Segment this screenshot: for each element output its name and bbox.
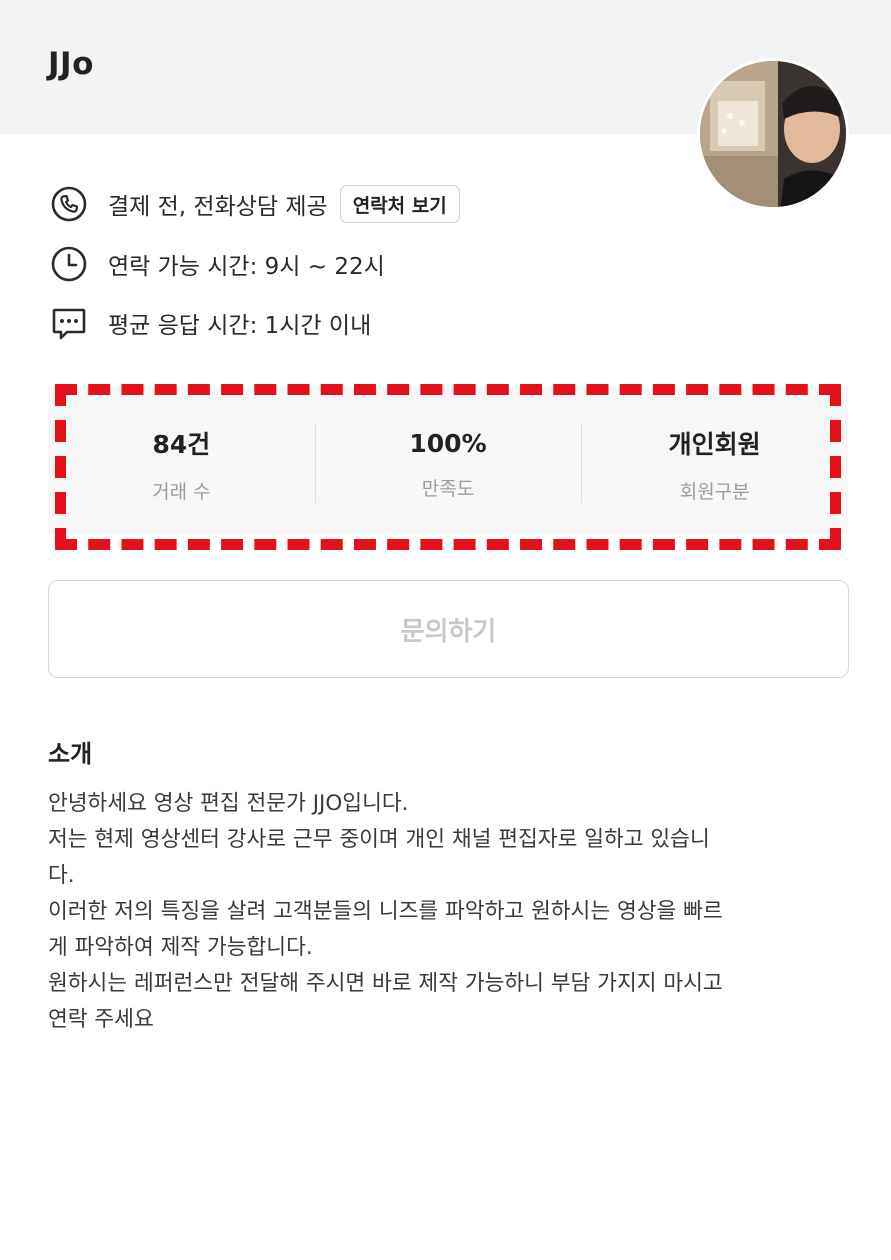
consult-text: 결제 전, 전화상담 제공 [108,194,328,220]
seller-name: JJo [48,46,94,82]
inquiry-button[interactable]: 문의하기 [48,580,849,678]
response-time-text: 평균 응답 시간: 1시간 이내 [108,313,372,339]
clock-icon [50,245,108,283]
response-time-row: 평균 응답 시간: 1시간 이내 [50,301,371,345]
intro-line: 이러한 저의 특징을 살려 고객분들의 니즈를 파악하고 원하시는 영상을 빠르 [48,899,723,924]
intro-line: 연락 주세요 [48,1007,154,1032]
contact-hours-text: 연락 가능 시간: 9시 ~ 22시 [108,254,385,280]
consult-row: 결제 전, 전화상담 제공 연락처 보기 [50,182,460,226]
stats-highlight-box [55,384,841,550]
intro-line: 원하시는 레퍼런스만 전달해 주시면 바로 제작 가능하니 부담 가지지 마시고 [48,971,723,996]
intro-line: 저는 현제 영상센터 강사로 근무 중이며 개인 채널 편집자로 일하고 있습니 [48,827,710,852]
intro-line: 다. [48,863,75,888]
intro-line: 안녕하세요 영상 편집 전문가 JJO입니다. [48,791,409,816]
view-contact-button[interactable]: 연락처 보기 [339,185,460,223]
intro-title: 소개 [48,740,93,768]
intro-text: 안녕하세요 영상 편집 전문가 JJO입니다. 저는 현제 영상센터 강사로 근… [48,786,848,1038]
avatar [697,58,849,210]
chat-icon [50,304,108,342]
contact-hours-row: 연락 가능 시간: 9시 ~ 22시 [50,242,385,286]
intro-line: 게 파악하여 제작 가능합니다. [48,935,313,960]
phone-icon [50,185,108,223]
